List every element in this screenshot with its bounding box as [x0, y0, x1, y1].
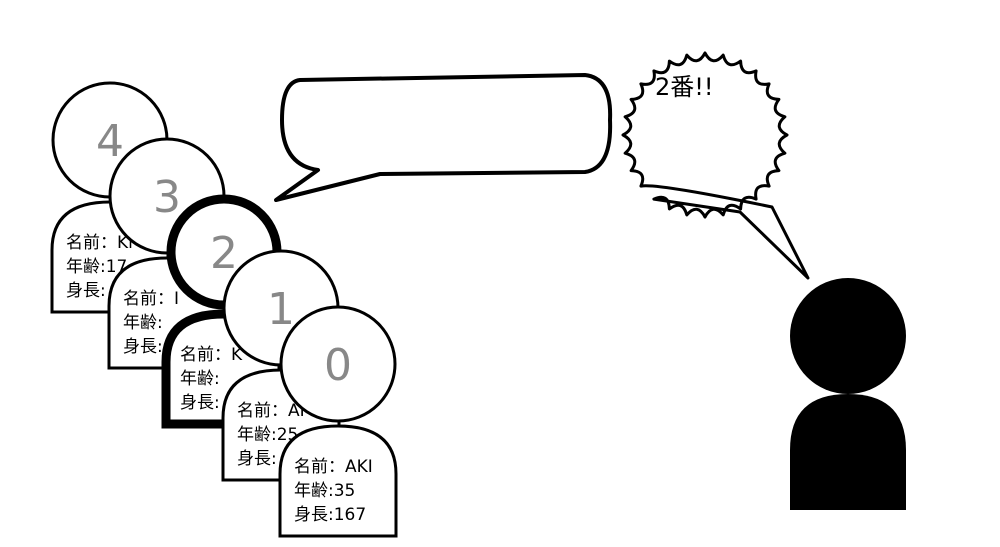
person-name: 名前：AKI: [294, 457, 373, 477]
person-number: 2: [210, 228, 238, 279]
person-age: 年齢:: [123, 313, 163, 333]
person-number: 3: [153, 172, 181, 223]
speaker-head: [790, 278, 906, 394]
speaker-silhouette: [790, 278, 906, 510]
person-number: 0: [324, 340, 352, 391]
person-height: 身長:: [123, 337, 163, 357]
person-name: 名前：Kı: [66, 233, 133, 253]
person-name: 名前：I: [123, 289, 179, 309]
speech-bubble-empty: [274, 73, 613, 202]
shout-bubble: [621, 51, 810, 280]
person-number: 1: [267, 284, 295, 335]
person-height: 身長:: [66, 281, 106, 301]
shout-text: 2番!!: [655, 73, 714, 101]
person-height: 身長:: [180, 393, 220, 413]
diagram-canvas: 2番!! 名前：Kı年齢:17身長:4名前：I年齢:身長:3名前：K年齢:身長:…: [50, 51, 906, 538]
person-height: 身長:167: [294, 505, 366, 525]
speaker-body: [790, 394, 906, 510]
person-age: 年齢:35: [294, 481, 355, 501]
person-name: 名前：AI: [237, 401, 305, 421]
person-age: 年齢:: [180, 369, 220, 389]
person-height: 身長:: [237, 449, 277, 469]
person-number: 4: [96, 116, 124, 167]
person-name: 名前：K: [180, 345, 243, 365]
